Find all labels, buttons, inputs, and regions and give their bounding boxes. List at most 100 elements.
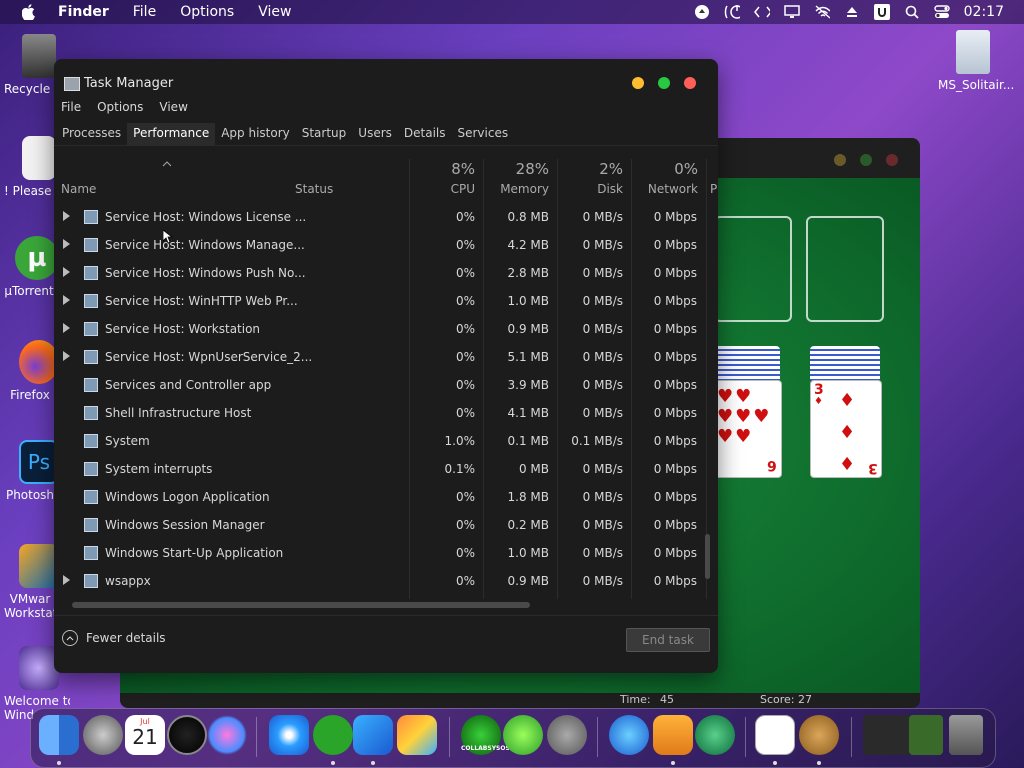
close-button[interactable] xyxy=(886,154,898,166)
windows-icon[interactable] xyxy=(353,715,393,755)
table-row[interactable]: Shell Infrastructure Host 0% 4.1 MB 0 MB/s 0… xyxy=(54,399,718,427)
fewer-details-button[interactable]: Fewer details xyxy=(62,630,166,646)
menu-view[interactable]: View xyxy=(258,4,291,20)
table-row[interactable]: wsappx 0% 0.9 MB 0 MB/s 0 Mbps xyxy=(54,567,718,595)
u-badge-icon[interactable] xyxy=(873,4,890,20)
tab-details[interactable]: Details xyxy=(398,123,452,143)
expand-arrow-icon[interactable] xyxy=(63,267,70,277)
clock[interactable]: 02:17 xyxy=(964,4,1004,20)
tab-startup[interactable]: Startup xyxy=(296,123,353,143)
app-window-icon xyxy=(84,378,98,392)
menu-file[interactable]: File xyxy=(61,100,81,114)
maximize-button[interactable] xyxy=(658,77,670,89)
tab-performance[interactable]: Performance xyxy=(127,123,216,145)
process-disk: 0 MB/s xyxy=(582,266,623,280)
table-row[interactable]: Service Host: WpnUserService_2... 0% 5.1 M… xyxy=(54,343,718,371)
title-bar[interactable]: Task Manager xyxy=(54,59,718,103)
notepad-icon xyxy=(22,136,56,180)
table-row[interactable]: System interrupts 0.1% 0 MB 0 MB/s 0 Mbps xyxy=(54,455,718,483)
utorrent-dock-icon[interactable] xyxy=(313,715,353,755)
table-row[interactable]: Windows Start-Up Application 0% 1.0 MB 0 MB… xyxy=(54,539,718,567)
column-cpu[interactable]: 8% CPU xyxy=(409,146,483,198)
desktop-icon-ms-solitaire[interactable]: MS_Solitair... xyxy=(938,30,1014,92)
search-icon[interactable] xyxy=(904,4,920,20)
table-row[interactable]: Service Host: Windows Push No... 0% 2.8 MB… xyxy=(54,259,718,287)
expand-arrow-icon[interactable] xyxy=(63,211,70,221)
wifi-off-icon[interactable] xyxy=(814,4,830,20)
column-memory[interactable]: 28% Memory xyxy=(483,146,557,198)
expand-arrow-icon[interactable] xyxy=(63,351,70,361)
close-button[interactable] xyxy=(684,77,696,89)
process-network: 0 Mbps xyxy=(653,546,697,560)
eject-icon[interactable] xyxy=(844,4,860,20)
clock-icon[interactable] xyxy=(167,715,207,755)
apple-icon[interactable] xyxy=(20,3,38,21)
expand-arrow-icon[interactable] xyxy=(63,295,70,305)
process-disk: 0 MB/s xyxy=(582,490,623,504)
solitaire-dock-icon[interactable] xyxy=(755,715,795,755)
table-row[interactable]: System 1.0% 0.1 MB 0.1 MB/s 0 Mbps xyxy=(54,427,718,455)
money-bag-icon[interactable] xyxy=(799,715,839,755)
menu-options[interactable]: Options xyxy=(97,100,143,114)
globe-www-icon[interactable] xyxy=(609,715,649,755)
calendar-icon[interactable]: Jul 21 xyxy=(125,715,165,755)
table-row[interactable]: Windows Logon Application 0% 1.8 MB 0 MB/s 0… xyxy=(54,483,718,511)
playing-card[interactable]: 3 ♦ ♦ ♦ ♦ 3 xyxy=(810,380,882,478)
network-dots-icon[interactable] xyxy=(695,715,735,755)
table-row[interactable]: Services and Controller app 0% 3.9 MB 0 MB/… xyxy=(54,371,718,399)
safari-icon[interactable] xyxy=(269,715,309,755)
menu-view[interactable]: View xyxy=(159,100,187,114)
table-row[interactable]: Service Host: Windows License ... 0% 0.8 M… xyxy=(54,203,718,231)
foundation-slot[interactable] xyxy=(806,216,884,322)
process-cpu: 0% xyxy=(455,546,475,560)
table-row[interactable]: Windows Session Manager 0% 0.2 MB 0 MB/s 0 M… xyxy=(54,511,718,539)
task-manager-window[interactable]: Task Manager File Options View Processes… xyxy=(54,59,718,673)
process-cpu: 0% xyxy=(455,322,475,336)
column-status[interactable]: Status xyxy=(289,146,409,198)
download-icon[interactable] xyxy=(653,715,693,755)
tab-services[interactable]: Services xyxy=(452,123,515,143)
playing-card[interactable]: 6 ♥♥ ♥♥♥ ♥♥ xyxy=(710,380,782,478)
power-icon[interactable] xyxy=(724,4,740,20)
tab-users[interactable]: Users xyxy=(352,123,398,143)
preview-icon[interactable] xyxy=(397,715,437,755)
maximize-button[interactable] xyxy=(860,154,872,166)
horizontal-scrollbar[interactable] xyxy=(72,602,530,608)
menu-file[interactable]: File xyxy=(133,4,156,20)
menu-app-finder[interactable]: Finder xyxy=(58,4,109,20)
collabsysos-icon[interactable]: COLLABSYSOS xyxy=(461,715,510,755)
expand-arrow-icon[interactable] xyxy=(63,575,70,585)
trash-icon[interactable] xyxy=(949,715,983,755)
finder-icon[interactable] xyxy=(39,715,79,755)
launchpad-icon[interactable] xyxy=(83,715,123,755)
column-power[interactable]: P xyxy=(706,146,718,198)
tab-processes[interactable]: Processes xyxy=(56,123,127,143)
control-center-icon[interactable] xyxy=(933,4,950,20)
system-tools-icon[interactable] xyxy=(547,715,587,755)
expand-arrow-icon[interactable] xyxy=(63,323,70,333)
menu-options[interactable]: Options xyxy=(180,4,234,20)
table-row[interactable]: Service Host: Windows Manage... 0% 4.2 MB 0… xyxy=(54,231,718,259)
dock: Jul 21 COLLABSYSOS xyxy=(30,708,996,768)
tab-app-history[interactable]: App history xyxy=(215,123,296,143)
display-icon[interactable] xyxy=(783,4,800,20)
vertical-scrollbar[interactable] xyxy=(705,534,710,579)
link-icon[interactable] xyxy=(503,715,543,755)
code-arrows-icon[interactable] xyxy=(753,4,770,20)
minimize-button[interactable] xyxy=(834,154,846,166)
minimized-window-thumbnail[interactable] xyxy=(863,715,911,755)
table-row[interactable]: Service Host: Workstation 0% 0.9 MB 0 MB/s 0… xyxy=(54,315,718,343)
column-network[interactable]: 0% Network xyxy=(631,146,706,198)
eject-circle-icon[interactable] xyxy=(694,4,710,20)
minimized-window-thumbnail[interactable] xyxy=(909,715,943,755)
end-task-button[interactable]: End task xyxy=(626,628,710,652)
minimize-button[interactable] xyxy=(632,77,644,89)
score-value: 27 xyxy=(798,693,812,706)
table-row[interactable]: Service Host: WinHTTP Web Pr... 0% 1.0 MB 0… xyxy=(54,287,718,315)
siri-icon[interactable] xyxy=(207,715,247,755)
column-disk[interactable]: 2% Disk xyxy=(557,146,631,198)
app-window-icon xyxy=(84,518,98,532)
column-name[interactable]: Name xyxy=(54,146,289,198)
expand-arrow-icon[interactable] xyxy=(63,239,70,249)
foundation-slot[interactable] xyxy=(714,216,792,322)
